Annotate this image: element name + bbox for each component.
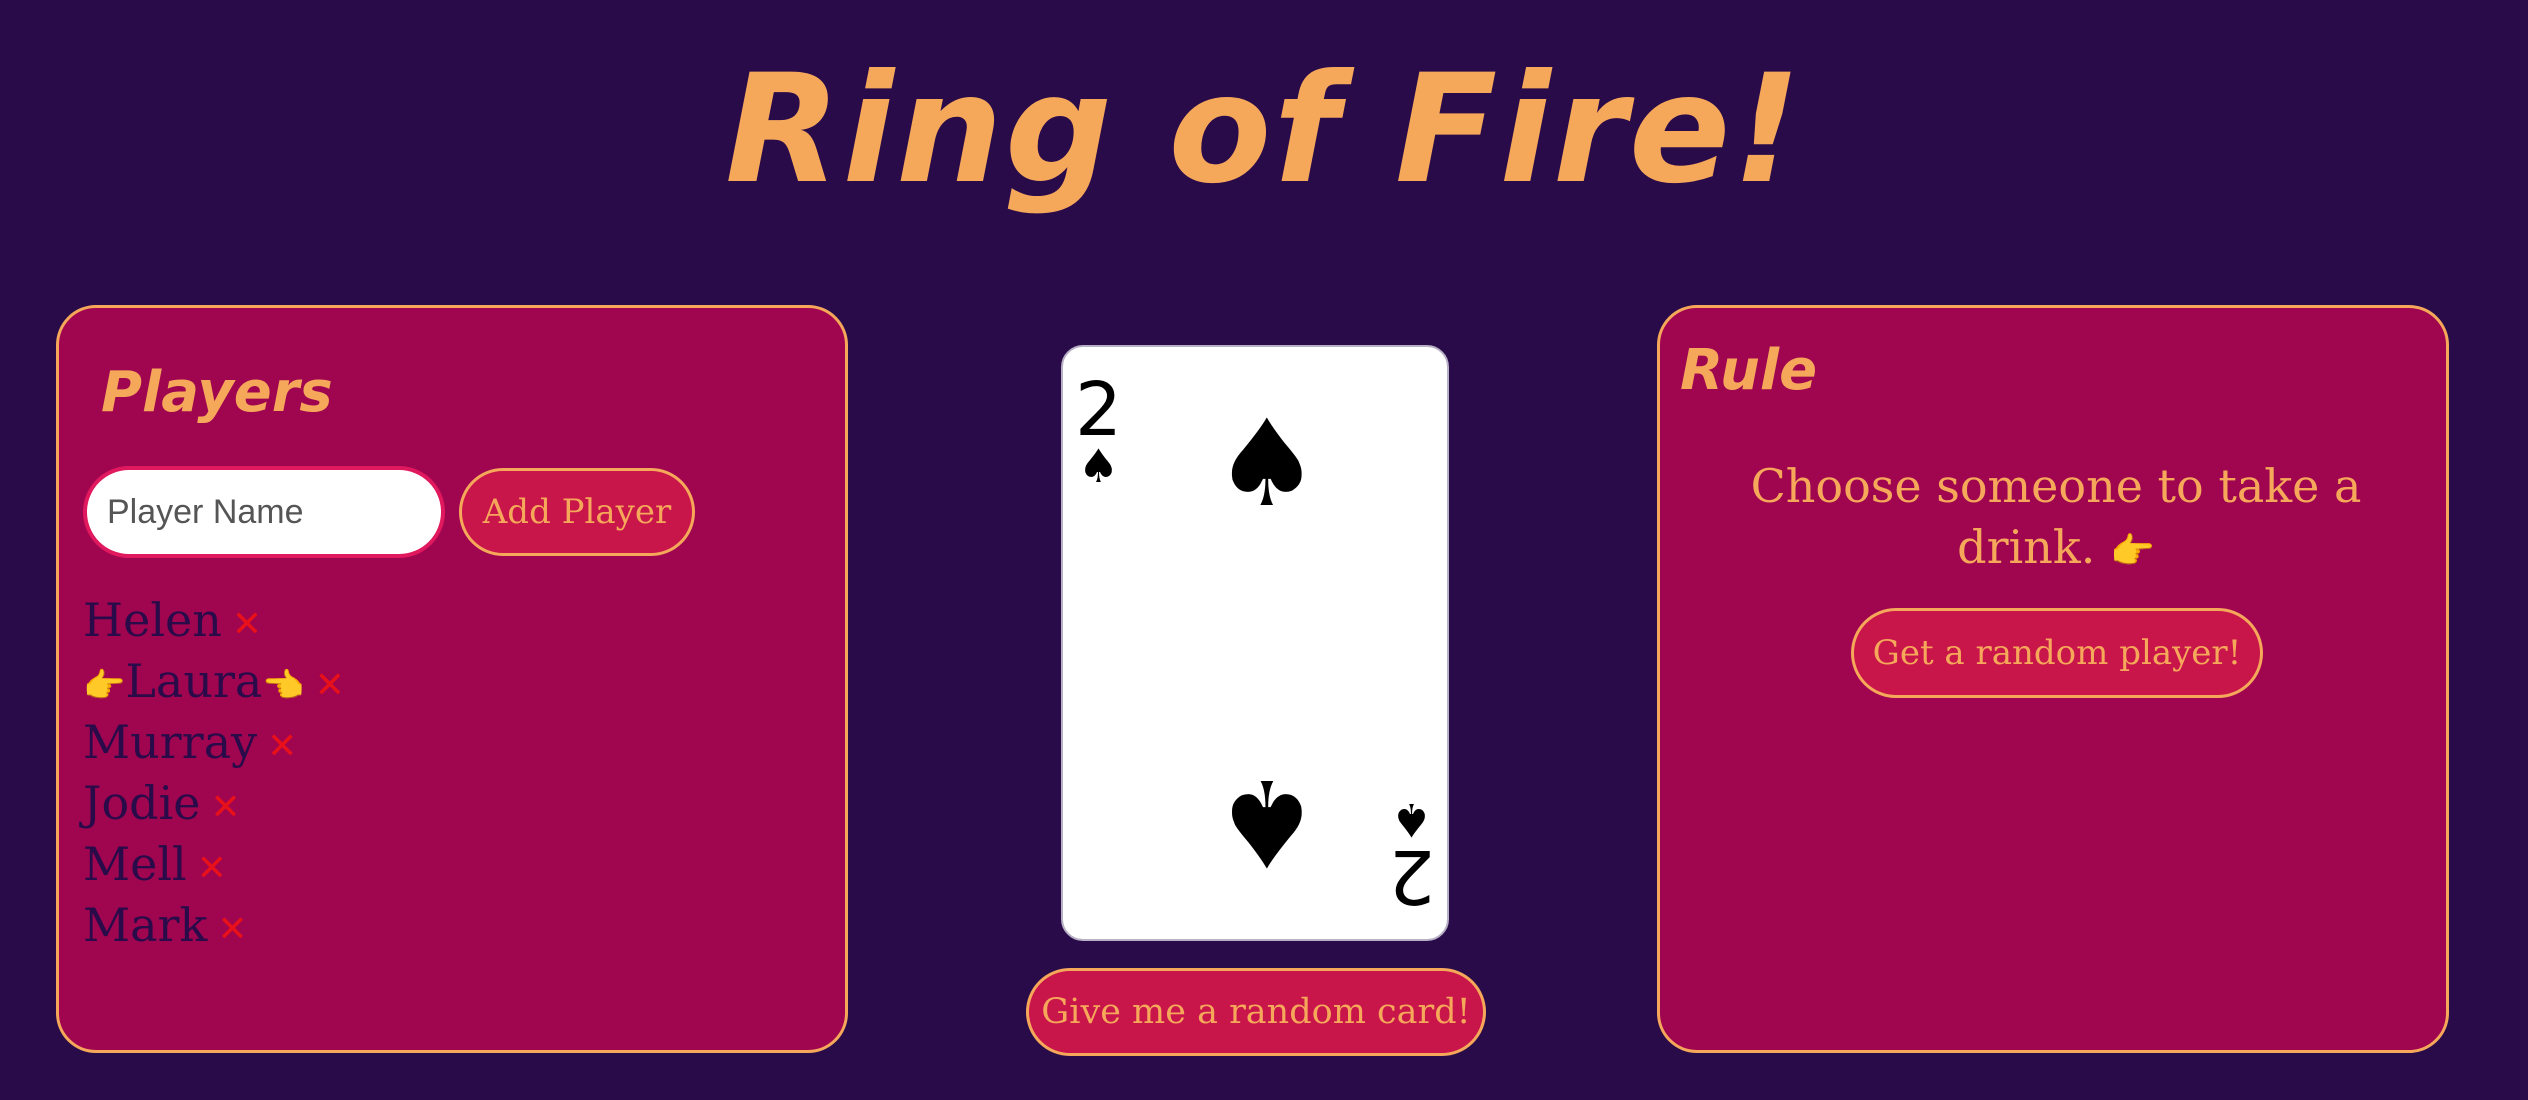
card-corner-bottom-right: 2 ♠ (1387, 793, 1435, 919)
player-item: Murray ✕ (83, 712, 345, 773)
pointing-finger-left-icon: 👈 (262, 666, 305, 706)
player-name: Laura (125, 654, 263, 708)
pointing-finger-icon: 👉 (2110, 531, 2155, 572)
player-item: Mark ✕ (83, 895, 345, 956)
card-rank: 2 (1387, 833, 1435, 919)
spade-icon: ♠ (1390, 793, 1433, 847)
remove-player-icon[interactable]: ✕ (267, 726, 297, 767)
random-card-button[interactable]: Give me a random card! (1026, 968, 1486, 1056)
player-item: Helen ✕ (83, 590, 345, 651)
player-name: Mark (83, 898, 208, 952)
player-item: Jodie ✕ (83, 773, 345, 834)
card-rank: 2 (1075, 367, 1123, 453)
player-item: Mell ✕ (83, 834, 345, 895)
players-heading: Players (101, 360, 333, 425)
spade-icon: ♠ (1213, 752, 1321, 891)
pointing-finger-right-icon: 👉 (83, 666, 126, 706)
remove-player-icon[interactable]: ✕ (197, 848, 227, 889)
random-player-button[interactable]: Get a random player! (1851, 608, 2263, 698)
spade-icon: ♠ (1213, 395, 1321, 534)
player-name-input[interactable] (83, 466, 445, 558)
players-panel: Players Add Player Helen✕👉Laura👈✕Murray✕… (56, 305, 848, 1053)
spade-icon: ♠ (1077, 439, 1120, 493)
remove-player-icon[interactable]: ✕ (211, 787, 241, 828)
remove-player-icon[interactable]: ✕ (217, 909, 247, 950)
rule-panel: Rule Choose someone to take a drink. 👉 G… (1657, 305, 2449, 1053)
rule-heading: Rule (1680, 338, 1818, 403)
playing-card: 2 ♠ ♠ ♠ 2 ♠ (1061, 345, 1449, 941)
player-item: 👉Laura👈 ✕ (83, 651, 345, 712)
player-list: Helen ✕ 👉Laura👈 ✕ Murray ✕ Jodie ✕ Mell ✕ Mark ✕ (83, 590, 345, 956)
player-name: Helen (83, 593, 222, 647)
player-name: Mell (83, 837, 187, 891)
remove-player-icon[interactable]: ✕ (232, 604, 262, 645)
player-name: Jodie (83, 776, 201, 830)
add-player-button[interactable]: Add Player (459, 468, 695, 556)
rule-text: Choose someone to take a drink. 👉 (1700, 456, 2412, 582)
rule-text-content: Choose someone to take a drink. (1750, 459, 2362, 574)
player-name: Murray (83, 715, 258, 769)
card-corner-top-left: 2 ♠ (1075, 373, 1122, 489)
app-title: Ring of Fire! (725, 43, 1803, 217)
remove-player-icon[interactable]: ✕ (315, 665, 345, 706)
